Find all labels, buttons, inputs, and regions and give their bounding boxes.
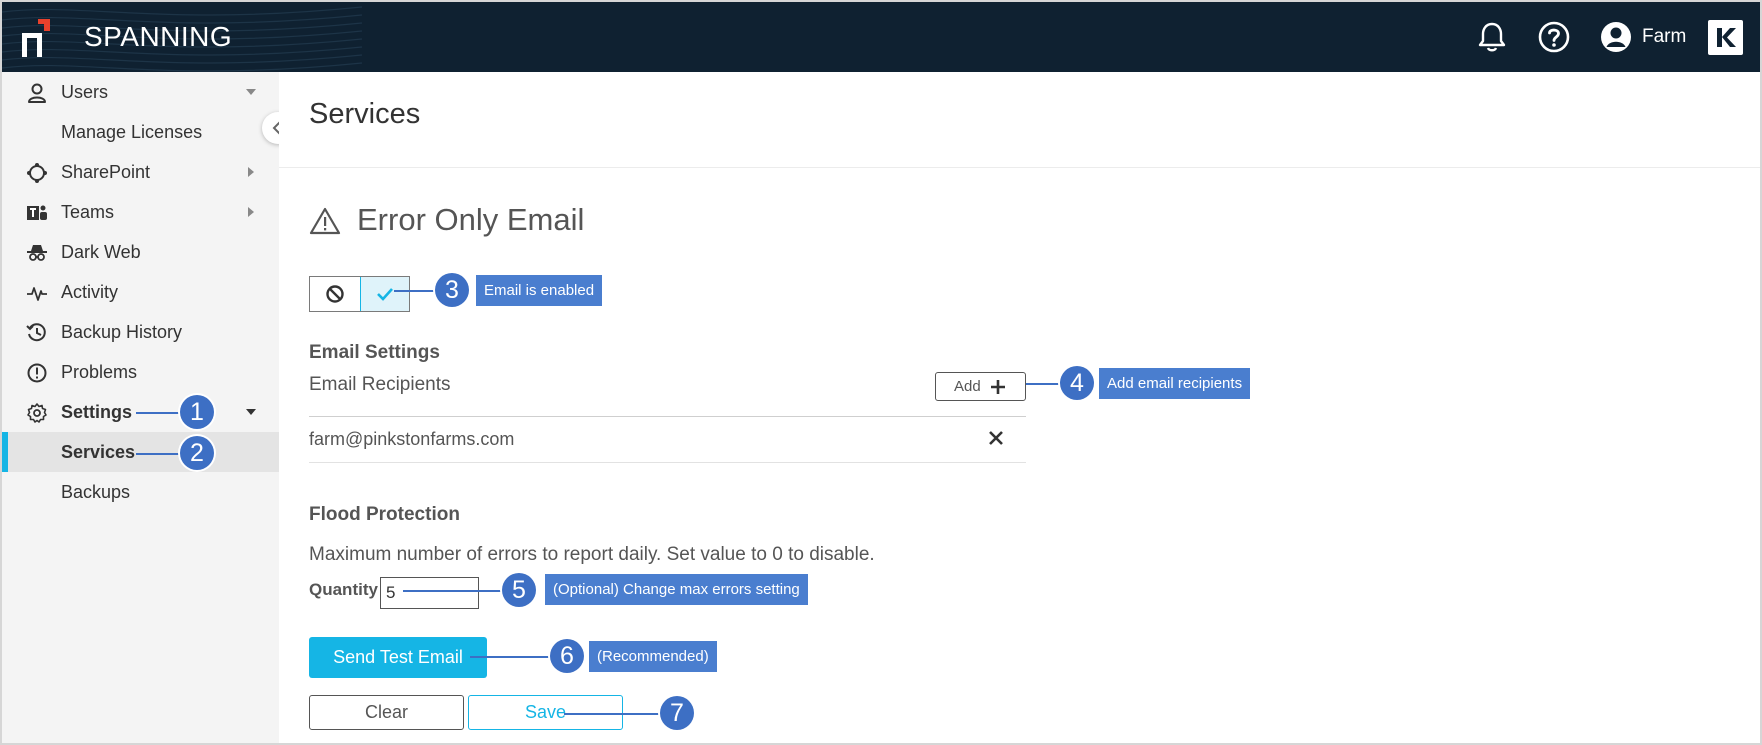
caret-down-icon — [246, 409, 256, 415]
sidebar-item-services[interactable]: Services — [2, 432, 279, 472]
plus-icon — [991, 380, 1005, 394]
sidebar-item-users[interactable]: Users — [2, 72, 279, 112]
recipient-email: farm@pinkstonfarms.com — [309, 429, 515, 449]
sidebar-item-manage-licenses[interactable]: Manage Licenses — [2, 112, 279, 152]
kaseya-logo[interactable] — [1708, 20, 1743, 55]
sidebar-item-label: Backups — [61, 482, 131, 502]
annotation-marker-3: 3 — [435, 273, 469, 307]
sidebar-item-dark-web[interactable]: Dark Web — [2, 232, 279, 272]
spy-icon — [27, 245, 47, 261]
sidebar-item-sharepoint[interactable]: SharePoint — [2, 152, 279, 192]
annotation-label-5: (Optional) Change max errors setting — [545, 574, 808, 605]
sidebar-item-teams[interactable]: Teams — [2, 192, 279, 232]
remove-recipient-icon[interactable] — [988, 430, 1004, 446]
flood-protection-description: Maximum number of errors to report daily… — [309, 544, 875, 565]
caret-right-icon — [248, 167, 254, 177]
annotation-connector — [403, 590, 518, 592]
user-name: Farm — [1642, 26, 1687, 47]
kaseya-k-icon — [1717, 28, 1736, 47]
checkmark-icon — [376, 288, 393, 301]
annotation-marker-5: 5 — [502, 573, 536, 607]
send-test-email-button[interactable]: Send Test Email — [309, 637, 487, 678]
annotation-marker-7: 7 — [660, 696, 694, 730]
sidebar-item-activity[interactable]: Activity — [2, 272, 279, 312]
toggle-enable-option[interactable] — [359, 277, 409, 311]
sidebar-item-label: Backup History — [61, 322, 183, 342]
app-window: SPANNING Farm Users Manage Licenses Shar… — [0, 0, 1762, 745]
alert-circle-icon — [27, 363, 47, 383]
sidebar-item-label: Users — [61, 82, 109, 102]
sidebar-item-backup-history[interactable]: Backup History — [2, 312, 279, 352]
sidebar-item-label: Dark Web — [61, 242, 141, 262]
top-bar: SPANNING Farm — [2, 2, 1760, 72]
annotation-label-3: Email is enabled — [476, 275, 603, 306]
page-title: Services — [309, 98, 421, 130]
email-settings-heading: Email Settings — [309, 342, 440, 363]
sidebar-item-label: Teams — [61, 202, 115, 222]
annotation-label-6: (Recommended) — [589, 641, 717, 672]
sidebar-item-label: Services — [61, 442, 136, 462]
user-icon — [28, 83, 46, 103]
caret-down-icon — [246, 89, 256, 95]
sidebar-item-backups[interactable]: Backups — [2, 472, 279, 512]
sharepoint-icon — [27, 163, 47, 183]
bell-icon[interactable] — [1475, 20, 1509, 54]
add-button-label: Add — [954, 378, 981, 395]
sidebar-item-label: Problems — [61, 362, 138, 382]
section-title: Error Only Email — [357, 202, 585, 237]
main-content: Services Error Only Email Email Settings… — [279, 72, 1760, 743]
quantity-input[interactable] — [380, 577, 479, 609]
annotation-connector — [470, 656, 560, 658]
sidebar-item-problems[interactable]: Problems — [2, 352, 279, 392]
annotation-marker-4: 4 — [1060, 366, 1094, 400]
gear-icon — [27, 403, 47, 423]
warning-icon — [309, 207, 341, 235]
sidebar-item-label: SharePoint — [61, 162, 151, 182]
divider — [309, 462, 1026, 463]
divider — [309, 416, 1026, 417]
clear-button[interactable]: Clear — [309, 695, 464, 730]
help-icon[interactable] — [1537, 20, 1571, 54]
annotation-connector — [394, 290, 439, 292]
annotation-label-4: Add email recipients — [1099, 368, 1251, 399]
activity-icon — [27, 287, 47, 301]
brand-name: SPANNING — [84, 21, 233, 52]
quantity-label: Quantity — [309, 580, 378, 599]
toggle-disable-option[interactable] — [310, 277, 360, 311]
spanning-logo-icon — [22, 19, 50, 57]
sidebar-item-label: Settings — [61, 402, 133, 422]
add-recipient-button[interactable]: Add — [935, 372, 1026, 401]
sidebar-item-label: Activity — [61, 282, 119, 302]
user-menu[interactable]: Farm — [1599, 20, 1686, 54]
email-enabled-toggle[interactable] — [309, 276, 410, 312]
ban-icon — [326, 285, 344, 303]
email-recipients-label: Email Recipients — [309, 374, 451, 395]
sidebar-item-label: Manage Licenses — [61, 122, 203, 142]
sidebar: Users Manage Licenses SharePoint Teams D… — [2, 72, 279, 743]
annotation-marker-2: 2 — [180, 436, 214, 470]
user-avatar-icon — [1601, 22, 1631, 52]
annotation-connector — [564, 713, 674, 715]
divider — [279, 167, 1760, 168]
teams-icon — [27, 205, 47, 220]
caret-right-icon — [248, 207, 254, 217]
flood-protection-heading: Flood Protection — [309, 504, 460, 525]
history-icon — [26, 323, 46, 342]
annotation-marker-6: 6 — [550, 639, 584, 673]
annotation-marker-1: 1 — [180, 395, 214, 429]
